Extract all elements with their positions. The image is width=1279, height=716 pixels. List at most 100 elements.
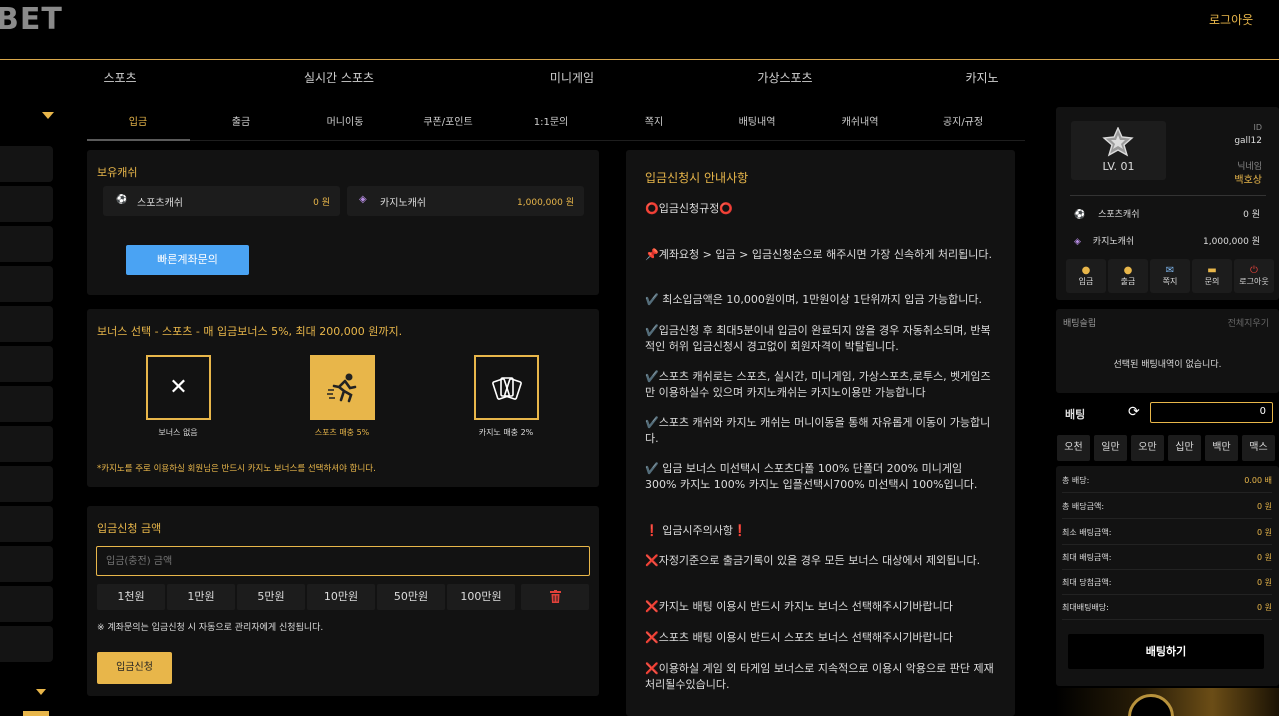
x-icon: ✕ xyxy=(169,375,188,400)
logout-link[interactable]: 로그아웃 xyxy=(1209,11,1253,28)
amount-10k-button[interactable]: 1만원 xyxy=(167,584,235,610)
tab-messages[interactable]: 쪽지 xyxy=(645,113,663,128)
stat-value: 0 원 xyxy=(1257,528,1272,537)
notice-line: ❗ 입금시주의사항❗ xyxy=(645,524,747,537)
chevron-down-icon[interactable] xyxy=(42,112,54,119)
tab-inquiry[interactable]: 1:1문의 xyxy=(534,113,569,128)
stat-value: 0.00 배 xyxy=(1244,476,1272,485)
profile-panel: LV. 01 ID gall12 닉네임 백호상 ⚽ 스포츠캐쉬 0 원 ◈ 카… xyxy=(1056,107,1279,300)
tab-notice-rules[interactable]: 공지/규정 xyxy=(943,113,983,128)
profile-inquiry-label: 문의 xyxy=(1204,277,1220,286)
bonus-option-casino-label: 카지노 매충 2% xyxy=(478,428,534,437)
stat-value: 0 원 xyxy=(1257,578,1272,587)
left-menu-item[interactable] xyxy=(0,226,53,262)
chevron-down-icon[interactable] xyxy=(36,689,46,695)
left-menu-item[interactable] xyxy=(0,186,53,222)
bet-100k-button[interactable]: 십만 xyxy=(1168,435,1201,461)
betslip-title: 배팅슬립 xyxy=(1063,319,1097,329)
nav-sports[interactable]: 스포츠 xyxy=(103,69,136,86)
profile-casino-cash: ◈ 카지노캐쉬 1,000,000 원 xyxy=(1074,234,1260,247)
bonus-option-sports-label: 스포츠 매충 5% xyxy=(314,428,370,437)
chat-icon: ▬ xyxy=(1207,265,1217,276)
stat-max-win: 최대 당첨금액: 0 원 xyxy=(1062,571,1272,595)
left-menu-item[interactable] xyxy=(0,586,53,622)
stat-label: 총 배당금액: xyxy=(1062,502,1105,511)
bonus-option-none[interactable]: ✕ xyxy=(146,355,211,420)
bonus-option-sports[interactable] xyxy=(310,355,375,420)
profile-logout-button[interactable]: ⏻ 로그아웃 xyxy=(1234,259,1274,293)
notice-line: 📌계좌요청 > 입금 > 입금신청순으로 해주시면 가장 신속하게 처리됩니다. xyxy=(645,248,992,261)
tab-cash-history[interactable]: 캐쉬내역 xyxy=(842,113,879,128)
stat-value: 0 원 xyxy=(1257,502,1272,511)
notice-title: 입금신청시 안내사항 xyxy=(645,171,749,185)
amount-50k-button[interactable]: 5만원 xyxy=(237,584,305,610)
trash-icon xyxy=(549,590,561,603)
bonus-note: *카지노를 주로 이용하실 회원님은 반드시 카지노 보너스를 선택하셔야 합니… xyxy=(97,464,376,474)
stat-total-payout: 총 배당금액: 0 원 xyxy=(1062,495,1272,519)
profile-sports-label: 스포츠캐쉬 xyxy=(1098,210,1140,220)
bonus-option-casino[interactable] xyxy=(474,355,539,420)
bet-50k-button[interactable]: 오만 xyxy=(1131,435,1164,461)
stat-total-odds: 총 배당: 0.00 배 xyxy=(1062,469,1272,493)
left-menu-item[interactable] xyxy=(0,626,53,662)
soccer-ball-icon: ⚽ xyxy=(116,195,128,205)
id-label: ID xyxy=(1253,123,1262,132)
stat-label: 최대 당첨금액: xyxy=(1062,578,1112,587)
nav-live-sports[interactable]: 실시간 스포츠 xyxy=(304,69,374,86)
promo-banner[interactable] xyxy=(1056,688,1279,716)
casino-cash-card: ◈ 카지노캐쉬 1,000,000 원 xyxy=(347,186,584,216)
site-logo[interactable]: BET xyxy=(0,2,63,37)
header-divider xyxy=(0,59,1279,60)
nav-virtual-sports[interactable]: 가상스포츠 xyxy=(757,69,812,86)
reset-amount-button[interactable] xyxy=(521,584,589,610)
tab-coupon-point[interactable]: 쿠폰/포인트 xyxy=(423,113,472,128)
bet-label: 배팅 xyxy=(1065,408,1086,421)
nav-minigame[interactable]: 미니게임 xyxy=(550,69,594,86)
runner-icon xyxy=(326,373,356,402)
left-menu-stub[interactable] xyxy=(23,711,49,716)
place-bet-button[interactable]: 배팅하기 xyxy=(1068,634,1264,669)
left-menu-item[interactable] xyxy=(0,506,53,542)
stat-value: 0 원 xyxy=(1257,553,1272,562)
profile-sports-cash: ⚽ 스포츠캐쉬 0 원 xyxy=(1074,207,1260,220)
sports-cash-card: ⚽ 스포츠캐쉬 0 원 xyxy=(103,186,340,216)
tab-withdraw[interactable]: 출금 xyxy=(232,113,250,128)
left-menu-item[interactable] xyxy=(0,306,53,342)
clear-all-button[interactable]: 전체지우기 xyxy=(1228,316,1269,329)
left-menu-item[interactable] xyxy=(0,546,53,582)
profile-deposit-button[interactable]: ● 입금 xyxy=(1066,259,1106,293)
stat-label: 최대 배팅금액: xyxy=(1062,553,1112,562)
left-menu-item[interactable] xyxy=(0,146,53,182)
bet-amount-input[interactable]: 0 xyxy=(1150,402,1273,423)
amount-500k-button[interactable]: 50만원 xyxy=(377,584,445,610)
deposit-submit-button[interactable]: 입금신청 xyxy=(97,652,172,684)
left-menu-item[interactable] xyxy=(0,386,53,422)
casino-cash-value: 1,000,000 원 xyxy=(517,198,574,208)
profile-inquiry-button[interactable]: ▬ 문의 xyxy=(1192,259,1232,293)
left-menu-item[interactable] xyxy=(0,266,53,302)
amount-1k-button[interactable]: 1천원 xyxy=(97,584,165,610)
deposit-amount-input[interactable] xyxy=(96,546,590,576)
power-icon: ⏻ xyxy=(1250,265,1258,276)
profile-withdraw-button[interactable]: ● 출금 xyxy=(1108,259,1148,293)
amount-1m-button[interactable]: 100만원 xyxy=(447,584,515,610)
bet-10k-button[interactable]: 일만 xyxy=(1094,435,1127,461)
bet-1m-button[interactable]: 백만 xyxy=(1205,435,1238,461)
tab-bet-history[interactable]: 배팅내역 xyxy=(739,113,776,128)
sports-cash-label: 스포츠캐쉬 xyxy=(137,198,183,209)
left-menu-item[interactable] xyxy=(0,346,53,382)
tab-money-transfer[interactable]: 머니이동 xyxy=(327,113,364,128)
profile-messages-button[interactable]: ✉ 쪽지 xyxy=(1150,259,1190,293)
notice-panel: 입금신청시 안내사항 ⭕입금신청규정⭕ 📌계좌요청 > 입금 > 입금신청순으로… xyxy=(626,150,1015,716)
left-menu-item[interactable] xyxy=(0,466,53,502)
amount-100k-button[interactable]: 10만원 xyxy=(307,584,375,610)
nav-casino[interactable]: 카지노 xyxy=(965,69,998,86)
tab-deposit[interactable]: 입금 xyxy=(129,113,147,128)
notice-line: ❌이용하실 게임 외 타게임 보너스로 지속적으로 이용시 악용으로 판단 제재… xyxy=(645,662,994,691)
refresh-icon[interactable]: ⟳ xyxy=(1128,404,1140,420)
left-menu-item[interactable] xyxy=(0,426,53,462)
bet-5k-button[interactable]: 오천 xyxy=(1057,435,1090,461)
quick-account-inquiry-button[interactable]: 빠른계좌문의 xyxy=(126,245,249,275)
notice-line: ❌스포츠 배팅 이용시 반드시 스포츠 보너스 선택해주시기바랍니다 xyxy=(645,631,953,644)
bet-max-button[interactable]: 맥스 xyxy=(1242,435,1275,461)
